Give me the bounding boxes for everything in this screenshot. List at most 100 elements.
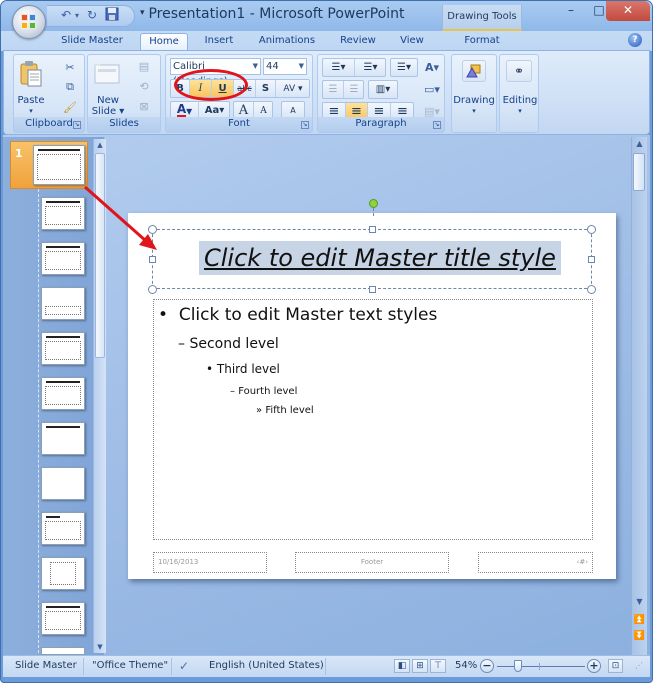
thumb-scroll-up-icon[interactable]: ▲: [94, 141, 106, 149]
undo-icon[interactable]: ↶: [61, 8, 71, 22]
thumbnail-layout-6[interactable]: [41, 422, 85, 455]
main-scroll-thumb[interactable]: [633, 153, 645, 191]
tab-insert[interactable]: Insert: [197, 33, 241, 51]
align-text-button[interactable]: ▭▾: [422, 81, 442, 97]
editing-button[interactable]: Editing: [500, 95, 540, 106]
thumbnail-layout-3[interactable]: [41, 287, 85, 320]
text-level-2[interactable]: – Second level: [178, 336, 279, 352]
scroll-up-icon[interactable]: ▲: [632, 139, 647, 148]
copy-icon[interactable]: ⧉: [62, 79, 78, 95]
resize-grip-icon[interactable]: ⋰: [635, 656, 643, 677]
numbering-button[interactable]: ☰ ▾: [355, 59, 386, 76]
save-icon[interactable]: [105, 7, 119, 24]
thumbnail-layout-10[interactable]: [41, 602, 85, 635]
date-placeholder[interactable]: 10/16/2013: [153, 552, 267, 573]
slide-canvas[interactable]: Click to edit Master title style • Click…: [128, 199, 616, 579]
drawing-button[interactable]: Drawing: [452, 95, 496, 106]
thumbnail-layout-1[interactable]: [41, 197, 85, 230]
new-slide-icon[interactable]: ✳: [94, 61, 120, 85]
text-level-3[interactable]: • Third level: [206, 362, 280, 376]
thumbnail-layout-7[interactable]: [41, 467, 85, 500]
resize-handle-bottom[interactable]: [369, 286, 376, 293]
tab-animations[interactable]: Animations: [253, 33, 321, 51]
title-placeholder[interactable]: Click to edit Master title style: [152, 229, 592, 289]
resize-handle-left[interactable]: [149, 256, 156, 263]
font-dialog-launcher[interactable]: ↘: [301, 121, 309, 129]
footer-placeholder[interactable]: Footer: [295, 552, 449, 573]
drawing-dropdown-icon[interactable]: ▾: [452, 106, 496, 117]
text-direction-button[interactable]: A ▾: [422, 59, 442, 75]
tab-home[interactable]: Home: [140, 33, 188, 51]
thumb-scroll-down-icon[interactable]: ▼: [94, 643, 106, 651]
line-spacing-button[interactable]: ☰ ▾: [391, 59, 417, 76]
normal-view-button[interactable]: ◧: [394, 659, 410, 673]
zoom-slider-thumb[interactable]: [514, 660, 522, 672]
tab-view[interactable]: View: [392, 33, 432, 51]
group-drawing[interactable]: Drawing ▾: [451, 54, 497, 133]
spelling-check-icon[interactable]: ✓: [179, 656, 189, 677]
resize-handle-top-right[interactable]: [587, 225, 596, 234]
tab-slide-master[interactable]: Slide Master: [53, 33, 131, 51]
paragraph-dialog-launcher[interactable]: ↘: [433, 121, 441, 129]
resize-handle-right[interactable]: [588, 256, 595, 263]
status-language[interactable]: English (United States): [209, 656, 324, 677]
text-level-4[interactable]: – Fourth level: [230, 386, 297, 397]
paste-dropdown-icon[interactable]: ▾: [16, 106, 46, 117]
decrease-indent-button[interactable]: ☰: [323, 81, 344, 98]
main-vertical-scrollbar[interactable]: ▲ ▼ ⏫ ⏬: [631, 137, 647, 655]
status-theme[interactable]: "Office Theme": [92, 656, 168, 677]
layout-icon[interactable]: ▤: [136, 59, 152, 73]
thumbnail-scrollbar[interactable]: ▲ ▼: [93, 139, 106, 653]
thumbnail-scroll-thumb[interactable]: [95, 153, 105, 358]
increase-indent-button[interactable]: ☰: [344, 81, 364, 98]
reset-icon[interactable]: ⟲: [136, 79, 152, 93]
slide-number-placeholder[interactable]: ‹#›: [478, 552, 593, 573]
delete-slide-icon[interactable]: ⊠: [136, 99, 152, 113]
zoom-in-button[interactable]: +: [587, 659, 601, 673]
font-size-dropdown-icon[interactable]: ▼: [299, 59, 304, 74]
slide-sorter-view-button[interactable]: ⊞: [412, 659, 428, 673]
bullets-button[interactable]: ☰ ▾: [323, 59, 355, 76]
slide-title-text[interactable]: Click to edit Master title style: [199, 241, 561, 275]
fit-to-window-button[interactable]: ⊡: [608, 659, 623, 673]
shadow-button[interactable]: S: [256, 80, 276, 97]
body-placeholder[interactable]: • Click to edit Master text styles – Sec…: [153, 299, 593, 540]
slideshow-view-button[interactable]: ⊤: [430, 659, 446, 673]
redo-icon[interactable]: ↻: [87, 8, 97, 22]
text-level-1[interactable]: • Click to edit Master text styles: [158, 305, 437, 325]
tab-review[interactable]: Review: [334, 33, 382, 51]
customize-qat-icon[interactable]: ▾: [140, 8, 145, 18]
zoom-out-button[interactable]: −: [480, 659, 494, 673]
close-button[interactable]: ✕: [606, 1, 650, 21]
thumbnail-selected-master[interactable]: 1: [10, 141, 88, 189]
font-size-combo[interactable]: 44 ▼: [263, 58, 307, 75]
format-painter-icon[interactable]: 🖌: [62, 99, 78, 115]
thumbnail-layout-11[interactable]: [41, 647, 85, 655]
thumbnail-layout-5[interactable]: [41, 377, 85, 410]
resize-handle-top-left[interactable]: [148, 225, 157, 234]
undo-dropdown-icon[interactable]: ▾: [75, 11, 79, 20]
editing-dropdown-icon[interactable]: ▾: [500, 106, 540, 117]
new-slide-button[interactable]: Slide ▾: [90, 106, 126, 117]
group-editing[interactable]: ⚭ Editing ▾: [499, 54, 539, 133]
clipboard-dialog-launcher[interactable]: ↘: [73, 121, 81, 129]
thumbnail-layout-9[interactable]: [41, 557, 85, 590]
font-name-dropdown-icon[interactable]: ▼: [253, 59, 258, 74]
paste-button[interactable]: Paste: [16, 95, 46, 106]
help-icon[interactable]: ?: [628, 33, 642, 47]
character-spacing-button[interactable]: AV ▾: [276, 80, 310, 97]
text-level-5[interactable]: » Fifth level: [256, 405, 314, 416]
office-button[interactable]: [12, 5, 46, 39]
thumbnail-layout-2[interactable]: [41, 242, 85, 275]
cut-icon[interactable]: ✂: [62, 59, 78, 75]
resize-handle-top[interactable]: [369, 226, 376, 233]
columns-button[interactable]: ▥ ▾: [369, 81, 397, 98]
paste-icon[interactable]: [18, 59, 44, 89]
next-slide-icon[interactable]: ⏬: [632, 631, 647, 641]
thumbnail-layout-4[interactable]: [41, 332, 85, 365]
resize-handle-bottom-left[interactable]: [148, 285, 157, 294]
thumbnail-layout-8[interactable]: [41, 512, 85, 545]
rotation-handle[interactable]: [369, 199, 378, 208]
new-slide-label-1[interactable]: New: [90, 95, 126, 106]
scroll-down-icon[interactable]: ▼: [632, 597, 647, 606]
